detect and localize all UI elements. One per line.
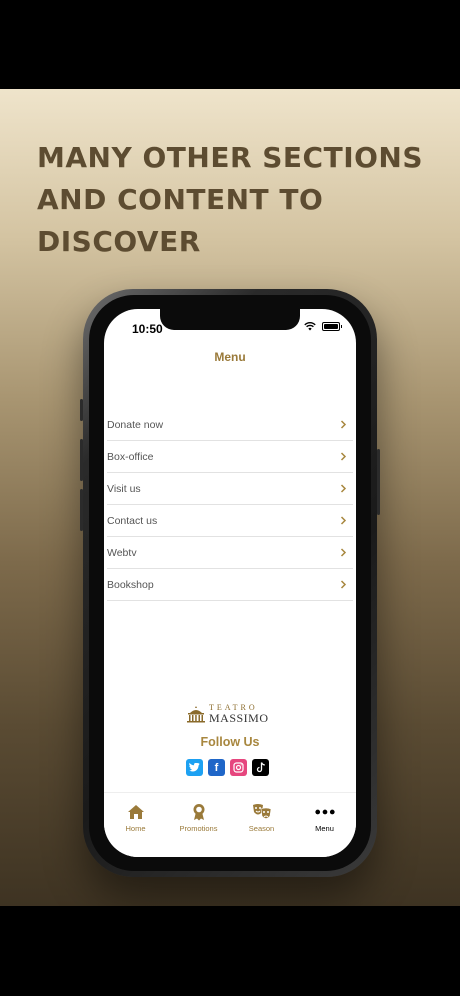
menu-title: Menu — [214, 350, 246, 364]
tiktok-icon[interactable] — [252, 759, 269, 776]
headline-line-1: MANY OTHER SECTIONS — [37, 141, 424, 174]
tab-label: Season — [248, 824, 275, 833]
chevron-right-icon — [340, 420, 347, 429]
menu-list: Donate now Box-office Visit us Contact u… — [107, 409, 353, 601]
menu-item-box-office[interactable]: Box-office — [107, 441, 353, 473]
twitter-icon[interactable] — [186, 759, 203, 776]
more-dots-icon — [314, 803, 335, 821]
tab-menu[interactable]: Menu — [293, 793, 356, 857]
tab-label: Home — [125, 824, 146, 833]
mute-switch — [80, 399, 83, 421]
theater-masks-icon — [252, 803, 272, 821]
tab-promotions[interactable]: Promotions — [167, 793, 230, 857]
headline-line-3: DISCOVER — [37, 225, 201, 258]
menu-item-bookshop[interactable]: Bookshop — [107, 569, 353, 601]
chevron-right-icon — [340, 580, 347, 589]
menu-item-label: Webtv — [107, 546, 137, 559]
headline-line-2: AND CONTENT TO — [37, 183, 324, 216]
bottom-letterbox — [0, 906, 460, 996]
top-letterbox — [0, 0, 460, 89]
status-time: 10:50 — [132, 322, 163, 336]
menu-item-label: Donate now — [107, 418, 164, 431]
menu-item-label: Contact us — [107, 514, 158, 527]
menu-item-contact-us[interactable]: Contact us — [107, 505, 353, 537]
social-links: f — [186, 759, 269, 776]
chevron-right-icon — [340, 516, 347, 525]
phone-frame: 10:50 Menu Donate now Box-office Visit u… — [80, 289, 380, 877]
tab-label: Promotions — [179, 824, 218, 833]
tab-label: Menu — [315, 824, 334, 833]
facebook-icon[interactable]: f — [208, 759, 225, 776]
power-button — [377, 449, 380, 515]
menu-item-visit-us[interactable]: Visit us — [107, 473, 353, 505]
battery-icon — [322, 321, 342, 331]
notch — [160, 309, 300, 330]
chevron-right-icon — [340, 452, 347, 461]
promo-headline: MANY OTHER SECTIONS AND CONTENT TO DISCO… — [37, 137, 437, 263]
instagram-icon[interactable] — [230, 759, 247, 776]
volume-up-button — [80, 439, 83, 481]
chevron-right-icon — [340, 484, 347, 493]
logo-main-text: MASSIMO — [209, 711, 269, 725]
home-icon — [126, 803, 146, 821]
theatre-building-icon — [187, 706, 205, 723]
tab-home[interactable]: Home — [104, 793, 167, 857]
menu-item-label: Box-office — [107, 450, 154, 463]
teatro-massimo-logo: TEATRO MASSIMO — [186, 700, 276, 724]
tab-bar: Home Promotions Season Menu — [104, 792, 356, 857]
status-icons — [304, 321, 342, 331]
follow-us-title: Follow Us — [200, 735, 260, 749]
phone-screen: 10:50 Menu Donate now Box-office Visit u… — [104, 309, 356, 857]
chevron-right-icon — [340, 548, 347, 557]
award-icon — [189, 803, 209, 821]
menu-item-donate[interactable]: Donate now — [107, 409, 353, 441]
volume-down-button — [80, 489, 83, 531]
menu-item-webtv[interactable]: Webtv — [107, 537, 353, 569]
menu-item-label: Visit us — [107, 482, 141, 495]
wifi-icon — [304, 322, 316, 331]
menu-item-label: Bookshop — [107, 578, 154, 591]
promo-background: MANY OTHER SECTIONS AND CONTENT TO DISCO… — [0, 89, 460, 906]
tab-season[interactable]: Season — [230, 793, 293, 857]
